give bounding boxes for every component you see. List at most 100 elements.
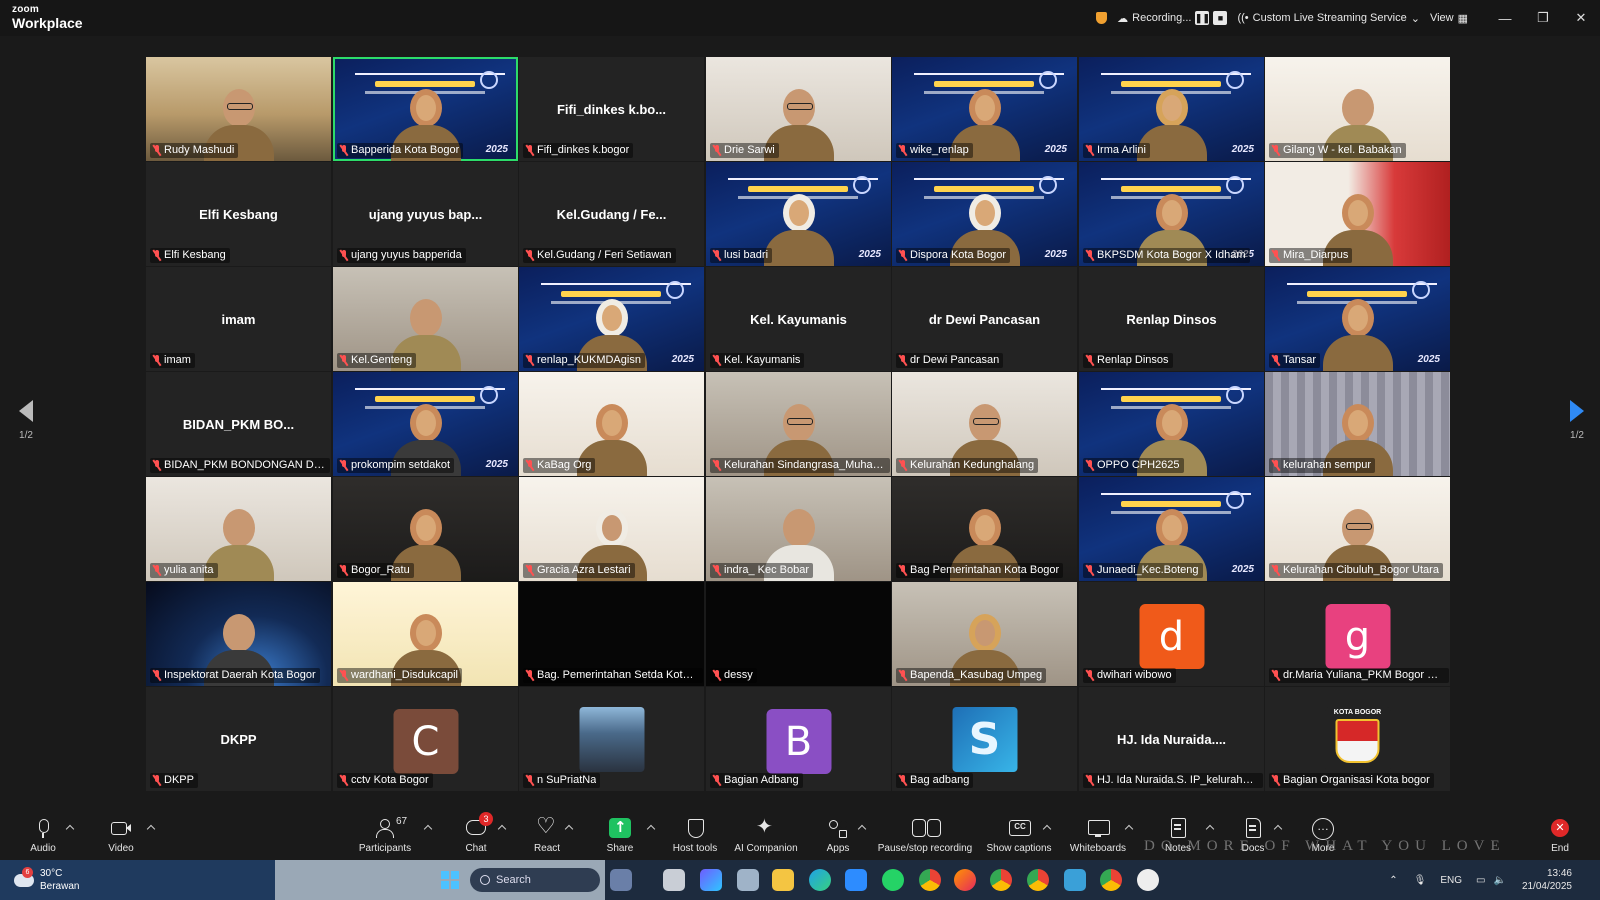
live-streaming-menu[interactable]: ((• Custom Live Streaming Service ⌄ <box>1237 12 1419 25</box>
chrome-profile-3-icon[interactable] <box>1027 869 1049 891</box>
react-options-caret[interactable] <box>565 823 573 831</box>
participant-tile[interactable]: Kel.Gudang / Fe... Kel.Gudang / Feri Seti… <box>519 162 704 266</box>
participant-tile[interactable]: Bogor_Ratu <box>333 477 518 581</box>
chat-options-caret[interactable] <box>498 823 506 831</box>
captions-options-caret[interactable] <box>1043 823 1051 831</box>
security-shield-icon[interactable] <box>1096 12 1108 24</box>
participant-tile[interactable]: 2025 Tansar <box>1265 267 1450 371</box>
participant-tile[interactable]: Gilang W - kel. Babakan <box>1265 57 1450 161</box>
chat-button[interactable]: 3 Chat <box>456 810 496 860</box>
copilot-icon[interactable] <box>700 869 722 891</box>
participant-tile[interactable]: Fifi_dinkes k.bo... Fifi_dinkes k.bogor <box>519 57 704 161</box>
next-page-button[interactable]: 1/2 <box>1557 400 1597 441</box>
participant-tile[interactable]: ujang yuyus bap... ujang yuyus bapperida <box>333 162 518 266</box>
weather-widget[interactable]: 6 30°C Berawan <box>0 860 275 900</box>
participant-tile[interactable]: Inspektorat Daerah Kota Bogor <box>146 582 331 686</box>
participant-tile[interactable]: Kelurahan Kedunghalang <box>892 372 1077 476</box>
restore-button[interactable]: ❐ <box>1524 0 1562 36</box>
pinned-app-icon[interactable] <box>737 869 759 891</box>
participant-tile[interactable]: Ccctv Kota Bogor <box>333 687 518 791</box>
participant-tile[interactable]: S Bag adbang <box>892 687 1077 791</box>
share-button[interactable]: Share <box>600 810 640 860</box>
participant-tile[interactable]: g dr.Maria Yuliana_PKM Bogor Sel... <box>1265 582 1450 686</box>
participant-tile[interactable]: wardhani_Disdukcapil <box>333 582 518 686</box>
whatsapp-icon[interactable] <box>882 869 904 891</box>
audio-button[interactable]: Audio <box>22 810 64 860</box>
participant-tile[interactable]: dr Dewi Pancasan dr Dewi Pancasan <box>892 267 1077 371</box>
end-meeting-button[interactable]: End <box>1540 810 1580 860</box>
participant-tile[interactable]: Kelurahan Cibuluh_Bogor Utara <box>1265 477 1450 581</box>
firefox-icon[interactable] <box>954 869 976 891</box>
participant-tile[interactable]: n SuPriatNa <box>519 687 704 791</box>
notepad-icon[interactable] <box>1064 869 1086 891</box>
participant-tile[interactable]: B Bagian Adbang <box>706 687 891 791</box>
chrome-profile-4-icon[interactable] <box>1100 869 1122 891</box>
participant-tile[interactable]: KOTA BOGOR Bagian Organisasi Kota bogor <box>1265 687 1450 791</box>
participant-tile[interactable]: kelurahan sempur <box>1265 372 1450 476</box>
participant-tile[interactable]: 2025 Junaedi_Kec.Boteng <box>1079 477 1264 581</box>
participant-tile[interactable]: Gracia Azra Lestari <box>519 477 704 581</box>
participant-tile[interactable]: Bag. Pemerintahan Setda Kota B... <box>519 582 704 686</box>
participant-tile[interactable]: 2025 Bapperida Kota Bogor <box>333 57 518 161</box>
participant-tile[interactable]: Bapenda_Kasubag Umpeg <box>892 582 1077 686</box>
apps-button[interactable]: Apps <box>818 810 858 860</box>
chrome-profile-2-icon[interactable] <box>990 869 1012 891</box>
participant-tile[interactable]: KaBag Org <box>519 372 704 476</box>
participant-tile[interactable]: DKPP DKPP <box>146 687 331 791</box>
host-tools-button[interactable]: Host tools <box>667 810 723 860</box>
participant-tile[interactable]: 2025 prokompim setdakot <box>333 372 518 476</box>
participant-tile[interactable]: Kel. Kayumanis Kel. Kayumanis <box>706 267 891 371</box>
participant-tile[interactable]: Kelurahan Sindangrasa_Muhamad <box>706 372 891 476</box>
participant-tile[interactable]: 2025 Dispora Kota Bogor <box>892 162 1077 266</box>
audio-options-caret[interactable] <box>66 823 74 831</box>
video-options-caret[interactable] <box>147 823 155 831</box>
participant-tile[interactable]: d dwihari wibowo <box>1079 582 1264 686</box>
participants-options-caret[interactable] <box>424 823 432 831</box>
video-button[interactable]: Video <box>100 810 142 860</box>
file-app-icon[interactable] <box>663 869 685 891</box>
participant-tile[interactable]: Mira_Diarpus <box>1265 162 1450 266</box>
show-captions-button[interactable]: Show captions <box>984 810 1054 860</box>
participants-button[interactable]: 67 Participants <box>352 810 418 860</box>
participant-tile[interactable]: Bag Pemerintahan Kota Bogor <box>892 477 1077 581</box>
participant-tile[interactable]: Elfi Kesbang Elfi Kesbang <box>146 162 331 266</box>
pause-stop-recording-button[interactable]: Pause/stop recording <box>876 810 974 860</box>
participant-tile[interactable]: BIDAN_PKM BO...BIDAN_PKM BONDONGAN DINKE… <box>146 372 331 476</box>
taskbar-search-box[interactable]: Search <box>470 868 600 892</box>
participant-tile[interactable]: Renlap Dinsos Renlap Dinsos <box>1079 267 1264 371</box>
whiteboards-button[interactable]: Whiteboards <box>1066 810 1130 860</box>
task-view-app-icon[interactable] <box>610 869 632 891</box>
participant-tile[interactable]: 2025 lusi badri <box>706 162 891 266</box>
tray-chevron-up-icon[interactable]: ⌃ <box>1389 875 1397 886</box>
zoom-app-icon[interactable] <box>845 869 867 891</box>
language-indicator[interactable]: ENG <box>1440 875 1462 886</box>
participant-tile[interactable]: Drie Sarwi <box>706 57 891 161</box>
ai-companion-button[interactable]: AI Companion <box>732 810 800 860</box>
windows-start-icon[interactable] <box>441 871 459 889</box>
participant-tile[interactable]: indra_ Kec Bobar <box>706 477 891 581</box>
taskbar-clock[interactable]: 13:46 21/04/2025 <box>1522 867 1572 893</box>
minimize-button[interactable]: — <box>1486 0 1524 36</box>
pause-recording-icon[interactable]: ❚❚ <box>1195 11 1210 25</box>
stop-recording-icon[interactable]: ■ <box>1213 11 1228 25</box>
file-explorer-icon[interactable] <box>772 869 794 891</box>
notes-options-caret[interactable] <box>1206 823 1214 831</box>
participant-tile[interactable]: imam imam <box>146 267 331 371</box>
recording-indicator[interactable]: ☁ Recording... ❚❚ ■ <box>1117 11 1228 25</box>
participant-tile[interactable]: Rudy Mashudi <box>146 57 331 161</box>
volume-icon[interactable]: 🔈 <box>1493 875 1505 886</box>
participant-tile[interactable]: Kel.Genteng <box>333 267 518 371</box>
participant-tile[interactable]: 2025 renlap_KUKMDAgisn <box>519 267 704 371</box>
previous-page-button[interactable]: 1/2 <box>6 400 46 441</box>
edge-browser-icon[interactable] <box>809 869 831 891</box>
media-player-icon[interactable] <box>1137 869 1159 891</box>
network-icon[interactable]: ▭ <box>1476 875 1485 886</box>
participant-tile[interactable]: OPPO CPH2625 <box>1079 372 1264 476</box>
participant-tile[interactable]: 2025 BKPSDM Kota Bogor X Idham <box>1079 162 1264 266</box>
share-options-caret[interactable] <box>647 823 655 831</box>
react-button[interactable]: React <box>527 810 567 860</box>
chrome-icon[interactable] <box>919 869 941 891</box>
participant-tile[interactable]: dessy <box>706 582 891 686</box>
participant-tile[interactable]: HJ. Ida Nuraida.... HJ. Ida Nuraida.S. IP… <box>1079 687 1264 791</box>
docs-options-caret[interactable] <box>1274 823 1282 831</box>
